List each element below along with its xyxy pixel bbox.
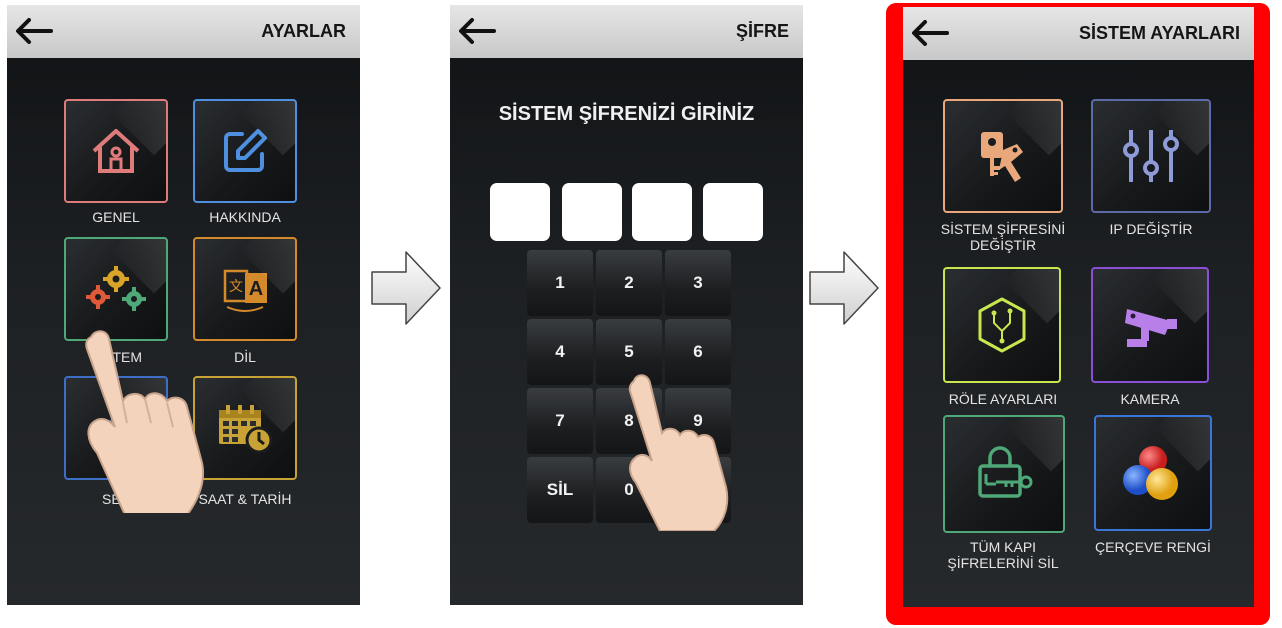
pin-box[interactable] xyxy=(490,183,550,241)
keys-icon xyxy=(981,132,1023,182)
tile-camera-label: KAMERA xyxy=(1120,391,1180,407)
tile-hakkinda-label: HAKKINDA xyxy=(209,209,281,225)
tile-delete-all-door-passwords-label: TÜM KAPI ŞİFRELERİNİ SİL xyxy=(923,539,1083,571)
svg-text:A: A xyxy=(249,278,263,300)
tile-change-system-password-label: SİSTEM ŞİFRESİNİ DEĞİŞTİR xyxy=(923,221,1083,253)
password-screen: ŞİFRE SİSTEM ŞİFRENİZİ GİRİNİZ 1 2 3 4 5… xyxy=(450,5,803,605)
back-arrow-icon[interactable] xyxy=(909,17,949,49)
pin-box[interactable] xyxy=(703,183,763,241)
keypad-key[interactable]: 7 xyxy=(527,388,593,454)
page-title: SİSTEM AYARLARI xyxy=(1078,23,1240,43)
home-icon xyxy=(92,129,140,173)
svg-text:文: 文 xyxy=(229,279,243,295)
hand-pointer-icon xyxy=(628,374,729,531)
hand-pointer-icon xyxy=(85,330,205,513)
tile-change-ip[interactable] xyxy=(1091,99,1211,213)
sliders-icon xyxy=(1123,130,1179,182)
tile-genel-label: GENEL xyxy=(92,209,140,225)
relay-icon xyxy=(978,297,1026,353)
keypad-key[interactable]: 2 xyxy=(596,250,662,316)
settings-screen: AYARLAR GENEL HAKKINDA SİSTEM 文 A DİL SE… xyxy=(7,5,360,605)
back-arrow-icon[interactable] xyxy=(13,15,53,47)
pin-box[interactable] xyxy=(562,183,622,241)
flow-arrow-icon xyxy=(371,251,441,325)
tile-frame-color-label: ÇERÇEVE RENGİ xyxy=(1095,539,1211,555)
keypad-key[interactable]: 4 xyxy=(527,319,593,385)
tile-hakkinda[interactable] xyxy=(193,99,297,203)
flow-arrow-icon xyxy=(809,251,879,325)
page-title: ŞİFRE xyxy=(735,21,789,41)
label-line: SİSTEM ŞİFRESİNİ xyxy=(940,221,1066,237)
pin-box[interactable] xyxy=(632,183,692,241)
header-bar: AYARLAR xyxy=(7,5,360,58)
back-arrow-icon[interactable] xyxy=(456,15,496,47)
tile-relay-settings[interactable] xyxy=(943,267,1061,383)
color-balls-icon xyxy=(1123,446,1178,500)
tile-change-system-password[interactable] xyxy=(943,99,1063,213)
keypad-key[interactable]: 1 xyxy=(527,250,593,316)
password-prompt: SİSTEM ŞİFRENİZİ GİRİNİZ xyxy=(498,103,755,125)
gears-icon xyxy=(86,266,146,311)
translate-icon: 文 A xyxy=(223,269,267,312)
tile-camera[interactable] xyxy=(1091,267,1209,383)
tile-relay-settings-label: RÖLE AYARLARI xyxy=(948,391,1058,407)
camera-icon xyxy=(1125,309,1177,347)
page-title: AYARLAR xyxy=(261,21,346,41)
label-line: DEĞİŞTİR xyxy=(969,237,1037,253)
label-line: TÜM KAPI xyxy=(969,539,1037,555)
tile-delete-all-door-passwords[interactable] xyxy=(943,415,1065,533)
edit-icon xyxy=(224,129,267,172)
tile-change-ip-label: IP DEĞİŞTİR xyxy=(1109,221,1193,237)
keypad-key[interactable]: 3 xyxy=(665,250,731,316)
header-bar: SİSTEM AYARLARI xyxy=(903,7,1254,60)
tile-genel[interactable] xyxy=(64,99,168,203)
lock-key-icon xyxy=(978,446,1033,498)
header-bar: ŞİFRE xyxy=(450,5,803,58)
tile-frame-color[interactable] xyxy=(1094,415,1212,531)
system-settings-screen: SİSTEM AYARLARI SİSTEM ŞİFRESİNİ DEĞİŞTİ… xyxy=(903,7,1254,607)
calendar-clock-icon xyxy=(219,405,273,454)
keypad-delete-key[interactable]: SİL xyxy=(527,457,593,523)
label-line: ŞİFRELERİNİ SİL xyxy=(947,555,1059,571)
